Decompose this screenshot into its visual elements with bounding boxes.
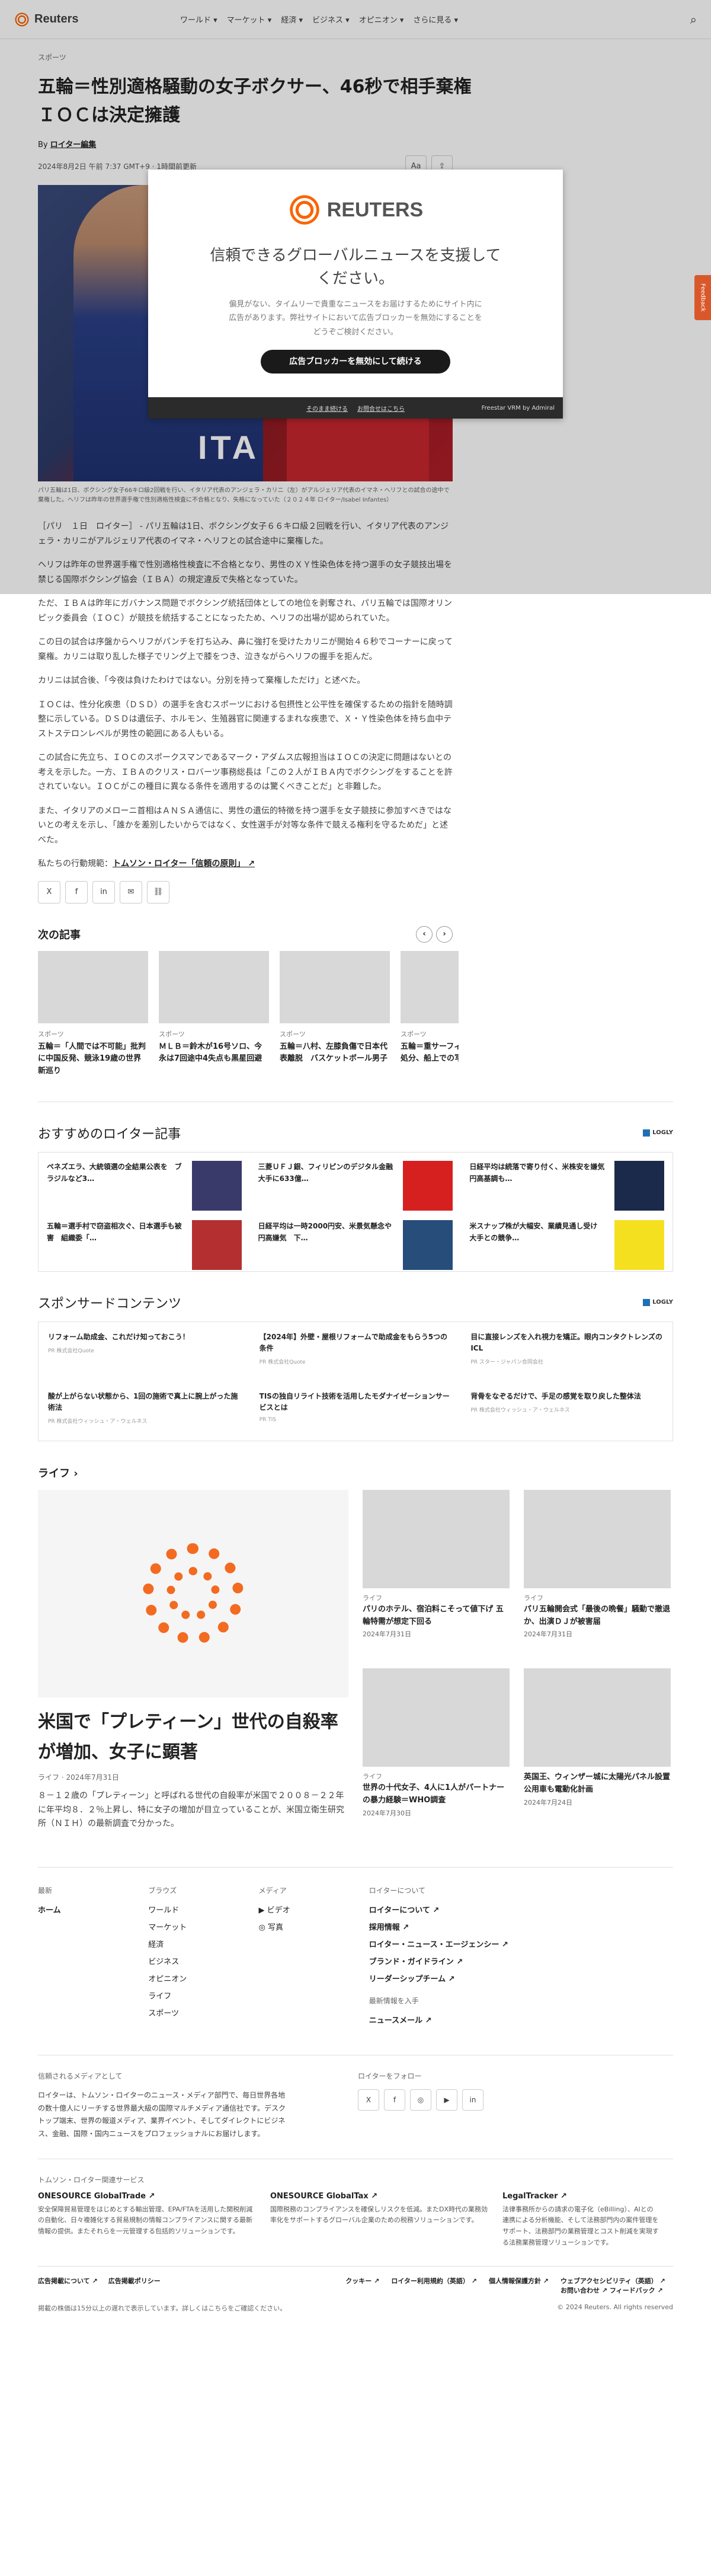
life-section: 米国で「プレティーン」世代の自殺率が増加、女子に顕著 ライフ · 2024年7月… <box>38 1489 678 1831</box>
principles-link[interactable]: トムソン・ロイター「信頼の原則」 ↗ <box>113 859 255 869</box>
x-icon[interactable]: X <box>358 2089 379 2111</box>
footer-link[interactable]: リーダーシップチーム ↗ <box>369 1972 673 1984</box>
recommend-item[interactable]: 日経平均は一時2000円安、米景気懸念や円高嫌気 下… <box>250 1212 462 1271</box>
next-card[interactable]: スポーツ ＭＬＢ＝鈴木が16号ソロ、今永は7回途中4失点も黒星回避 <box>159 950 269 1078</box>
sponsored-grid: リフォーム助成金、これだけ知っておこう！ PR 株式会社Quote 【2024年】… <box>38 1321 673 1441</box>
legal-link[interactable]: ロイター利用規約（英語） ↗ <box>391 2276 477 2295</box>
legal-link[interactable]: 個人情報保護方針 ↗ <box>489 2276 549 2295</box>
chevron-right-icon[interactable]: › <box>436 925 453 943</box>
recommend-item[interactable]: 三菱ＵＦＪ銀、フィリピンのデジタル金融大手に633億… <box>250 1153 462 1212</box>
site-footer: 最新 ホーム ブラウズ ワールド マーケット 経済 ビジネス オピニオン ライフ … <box>38 1867 673 2313</box>
sponsored-item[interactable]: 酸が上がらない状態から、1回の施術で真上に腕上がった施術法 PR 株式会社ウィッシ… <box>39 1381 250 1441</box>
footer-link[interactable]: ビジネス <box>148 1955 258 1967</box>
recommend-item[interactable]: ペネズエラ、大統領選の全結果公表を ブラジルなど3… <box>39 1153 250 1212</box>
reuters-logo-icon <box>287 193 321 226</box>
next-articles-header: 次の記事 ‹ › <box>38 925 453 943</box>
adblock-modal: REUTERS 信頼できるグローバルニュースを支援してください。 偏見がない、タ… <box>148 170 563 419</box>
paragraph: また、イタリアのメローニ首相はＡＮＳＡ通信に、男性の遺伝的特徴を持つ選手を女子競… <box>38 806 452 845</box>
legal-link[interactable]: クッキー ↗ <box>345 2276 379 2295</box>
legal-link[interactable]: ウェブアクセシビリティ（英語） ↗ お問い合わせ ↗ フィードバック ↗ <box>561 2276 673 2295</box>
video-link[interactable]: ▶ ビデオ <box>259 1904 369 1915</box>
footer-link[interactable]: ホーム <box>38 1904 148 1915</box>
life-card[interactable]: 英国王、ウィンザー城に太陽光パネル設置 公用車も電動化計画 2024年7月24日 <box>524 1668 678 1831</box>
instagram-icon[interactable]: ◎ <box>410 2089 431 2111</box>
life-section-title[interactable]: ライフ › <box>38 1465 673 1480</box>
sponsored-item[interactable]: リフォーム助成金、これだけ知っておこう！ PR 株式会社Quote <box>39 1322 250 1381</box>
modal-title: 信頼できるグローバルニュースを支援してください。 <box>210 247 501 288</box>
footer-link[interactable]: オピニオン <box>148 1972 258 1984</box>
next-card[interactable]: スポーツ 五輪＝「人間では不可能」批判に中国反発、競泳19歳の世界新巡り <box>38 950 148 1078</box>
footer-link[interactable]: スポーツ <box>148 2007 258 2018</box>
footer-link[interactable]: 経済 <box>148 1938 258 1949</box>
life-card[interactable]: ライフ 世界の十代女子、4人に1人がパートナーの暴力経験＝WHO調査 2024年7月… <box>363 1668 510 1831</box>
footer-link[interactable]: ロイターについて ↗ <box>369 1904 673 1915</box>
share-bar: X f in ✉ ⛓ <box>38 880 453 904</box>
modal-logo: REUTERS <box>148 193 563 226</box>
modal-body: 偏見がない、タイムリーで貴重なニュースをお届けするためにサイト内に広告があります… <box>229 300 482 337</box>
principles: 私たちの行動規範：トムソン・ロイター「信頼の原則」 ↗ <box>38 859 255 869</box>
facebook-icon[interactable]: f <box>65 880 88 904</box>
footer-link[interactable]: マーケット <box>148 1921 258 1932</box>
footer-link[interactable]: ライフ <box>148 1990 258 2001</box>
link-icon[interactable]: ⛓ <box>147 880 169 904</box>
youtube-icon[interactable]: ▶ <box>436 2089 457 2111</box>
paragraph: この試合に先立ち、ＩＯＣのスポークスマンであるマーク・アダムス広報担当はＩＯＣの… <box>38 753 453 791</box>
footer-about: 信頼されるメディアとして ロイターは、トムソン・ロイターのニュース・メディア部門で… <box>38 2055 673 2140</box>
life-card[interactable]: ライフ パリ五輪開会式「最後の晩餐」騒動で撤退か、出演ＤＪが被害届 2024年7月3… <box>524 1489 671 1653</box>
footer-link[interactable]: 採用情報 ↗ <box>369 1921 673 1932</box>
recommend-item[interactable]: 五輪＝選手村で窃盗相次ぐ、日本選手も被害 組織委「… <box>39 1212 250 1271</box>
next-articles: スポーツ 五輪＝「人間では不可能」批判に中国反発、競泳19歳の世界新巡り スポーツ… <box>38 950 459 1078</box>
vendor-label: Freestar VRM by Admiral <box>481 404 555 411</box>
delay-notice: 掲載の株価は15分以上の遅れで表示しています。詳しくはこちらをご確認ください。 <box>38 2304 287 2313</box>
continue-link[interactable]: そのまま続ける <box>306 404 348 413</box>
x-icon[interactable]: X <box>38 880 60 904</box>
modal-footer-bar: そのまま続ける お問合せはこちら Freestar VRM by Admiral <box>148 397 563 419</box>
sponsored-item[interactable]: 背骨をなぞるだけで、手足の感覚を取り戻した整体法 PR 株式会社ウィッシュ・ア・ウ… <box>461 1381 672 1441</box>
logly-badge: LOGLY <box>643 1129 673 1137</box>
paragraph: カリニは試合後、「今夜は負けたわけではない。分別を持って棄権しただけ」と述べた。 <box>38 676 366 685</box>
next-card[interactable]: スポーツ 五輪＝八村、左膝負傷で日本代表離脱 バスケットボール男子 <box>280 950 390 1078</box>
paragraph: ＩＯＣは、性分化疾患（ＤＳＤ）の選手を含むスポーツにおける包摂性と公平性を確保す… <box>38 700 453 739</box>
sponsored-item[interactable]: TISの独自リライト技術を活用したモダナイゼーションサービスとは PR TIS <box>250 1381 462 1441</box>
life-sub-grid: ライフ パリのホテル、宿泊料こそって値下げ 五輪特需が想定下回る 2024年7月31… <box>363 1489 678 1831</box>
disable-adblock-button[interactable]: 広告ブロッカーを無効にして続ける <box>261 350 450 374</box>
legal-link[interactable]: 広告掲載ポリシー <box>108 2276 161 2295</box>
recommend-item[interactable]: 日経平均は続落で寄り付く、米株安を嫌気 円高基調も… <box>461 1153 672 1212</box>
sponsored-item[interactable]: 目に直接レンズを入れ視力を矯正。眼内コンタクトレンズのICL PR スター・ジャパ… <box>461 1322 672 1381</box>
legal-link[interactable]: 広告掲載について ↗ <box>38 2276 98 2295</box>
next-card[interactable]: スポーツ五輪＝重サーフィン選手を除外処分、船上での写真拡散で <box>401 950 459 1078</box>
recommend-grid: ペネズエラ、大統領選の全結果公表を ブラジルなど3… 三菱ＵＦＪ銀、フィリピンの… <box>38 1151 673 1272</box>
service-link[interactable]: LegalTracker ↗ <box>502 2192 567 2201</box>
footer-link[interactable]: ロイター・ニュース・エージェンシー ↗ <box>369 1938 673 1949</box>
related-services: トムソン・ロイター関連サービス ONESOURCE GlobalTrade ↗ 安… <box>38 2158 673 2249</box>
sponsored-item[interactable]: 【2024年】外壁・屋根リフォームで助成金をもらう5つの条件 PR 株式会社Quo… <box>250 1322 462 1381</box>
logly-badge: LOGLY <box>643 1298 673 1306</box>
reuters-placeholder-icon <box>143 1543 244 1644</box>
linkedin-icon[interactable]: in <box>462 2089 483 2111</box>
paragraph: ただ、ＩＢＡは昨年にガバナンス問題でボクシング統括団体としての地位を剥奪され、パ… <box>38 599 453 623</box>
linkedin-icon[interactable]: in <box>92 880 115 904</box>
feedback-button[interactable]: Feedback <box>694 275 711 320</box>
service-link[interactable]: ONESOURCE GlobalTax ↗ <box>270 2192 377 2201</box>
recommend-header: おすすめのロイター記事 LOGLY <box>38 1126 673 1142</box>
chevron-left-icon[interactable]: ‹ <box>416 925 433 943</box>
photo-link[interactable]: ◎ 写真 <box>259 1921 369 1932</box>
sponsored-header: スポンサードコンテンツ LOGLY <box>38 1296 673 1311</box>
help-link[interactable]: お問合せはこちら <box>357 404 405 413</box>
footer-link[interactable]: ブランド・ガイドライン ↗ <box>369 1955 673 1967</box>
legal-links: 広告掲載について ↗ 広告掲載ポリシー クッキー ↗ ロイター利用規約（英語） … <box>38 2266 673 2295</box>
life-card[interactable]: ライフ パリのホテル、宿泊料こそって値下げ 五輪特需が想定下回る 2024年7月31… <box>363 1489 510 1653</box>
copyright: © 2024 Reuters. All rights reserved <box>557 2303 673 2312</box>
recommend-item[interactable]: 米スナップ株が大幅安、業績見通し受け 大手との競争… <box>461 1212 672 1271</box>
newsletter-link[interactable]: ニュースメール ↗ <box>369 2014 673 2025</box>
paragraph: この日の試合は序盤からヘリフがパンチを打ち込み、鼻に強打を受けたカリニが開始４６… <box>38 637 453 662</box>
footer-link[interactable]: ワールド <box>148 1904 258 1915</box>
email-icon[interactable]: ✉ <box>120 880 142 904</box>
service-link[interactable]: ONESOURCE GlobalTrade ↗ <box>38 2192 155 2201</box>
facebook-icon[interactable]: f <box>384 2089 405 2111</box>
life-main-story[interactable]: 米国で「プレティーン」世代の自殺率が増加、女子に顕著 ライフ · 2024年7月… <box>38 1489 348 1831</box>
